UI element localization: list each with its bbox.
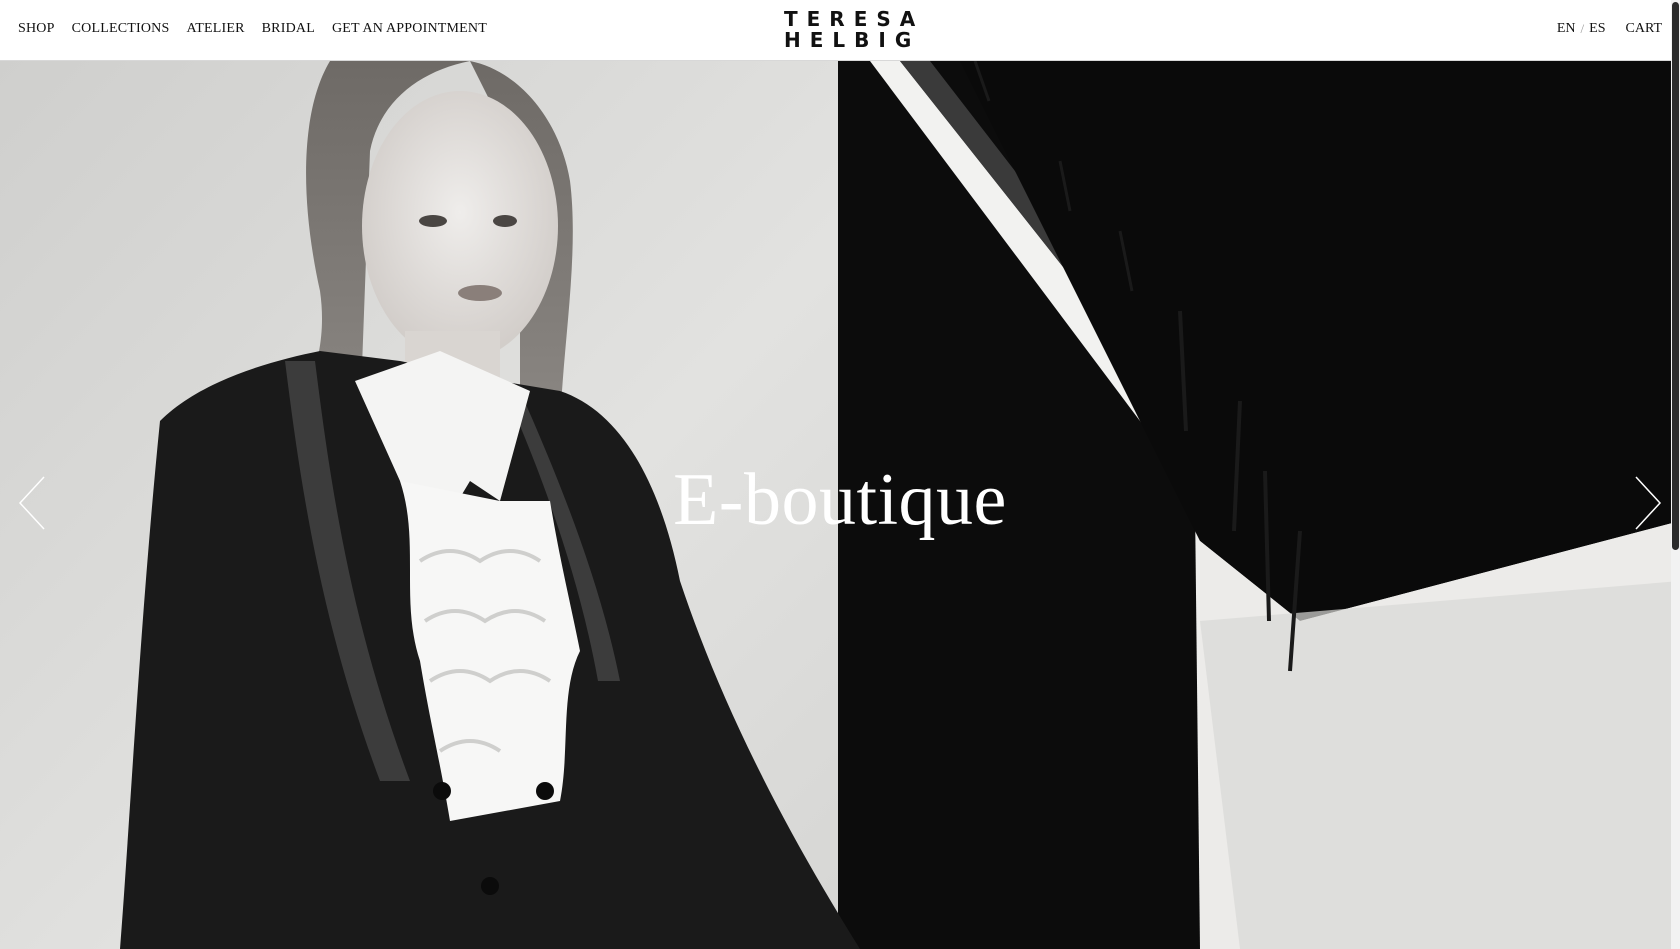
site-header: SHOP COLLECTIONS ATELIER BRIDAL GET AN A… bbox=[0, 0, 1680, 61]
nav-shop[interactable]: SHOP bbox=[18, 21, 55, 37]
brand-logo[interactable]: TERESA HELBIG bbox=[775, 7, 925, 52]
logo-line-2: HELBIG bbox=[784, 28, 921, 52]
language-es[interactable]: ES bbox=[1589, 21, 1605, 37]
hero-slider: E-boutique bbox=[0, 61, 1680, 949]
cart-link[interactable]: CART bbox=[1626, 21, 1663, 37]
scrollbar-thumb[interactable] bbox=[1672, 2, 1679, 550]
main-nav: SHOP COLLECTIONS ATELIER BRIDAL GET AN A… bbox=[18, 21, 487, 37]
nav-get-an-appointment[interactable]: GET AN APPOINTMENT bbox=[332, 21, 487, 37]
language-en[interactable]: EN bbox=[1557, 21, 1576, 37]
language-separator: / bbox=[1580, 21, 1585, 36]
slider-prev-button[interactable] bbox=[16, 473, 50, 533]
logo-line-1: TERESA bbox=[784, 7, 925, 31]
utility-nav: EN / ES CART bbox=[1557, 21, 1662, 37]
nav-atelier[interactable]: ATELIER bbox=[186, 21, 244, 37]
hero-title: E-boutique bbox=[673, 459, 1007, 541]
chevron-left-icon bbox=[18, 476, 45, 530]
chevron-right-icon bbox=[1635, 476, 1662, 530]
nav-bridal[interactable]: BRIDAL bbox=[262, 21, 315, 37]
slider-next-button[interactable] bbox=[1630, 473, 1664, 533]
nav-collections[interactable]: COLLECTIONS bbox=[72, 21, 170, 37]
page-scrollbar[interactable] bbox=[1671, 0, 1680, 949]
